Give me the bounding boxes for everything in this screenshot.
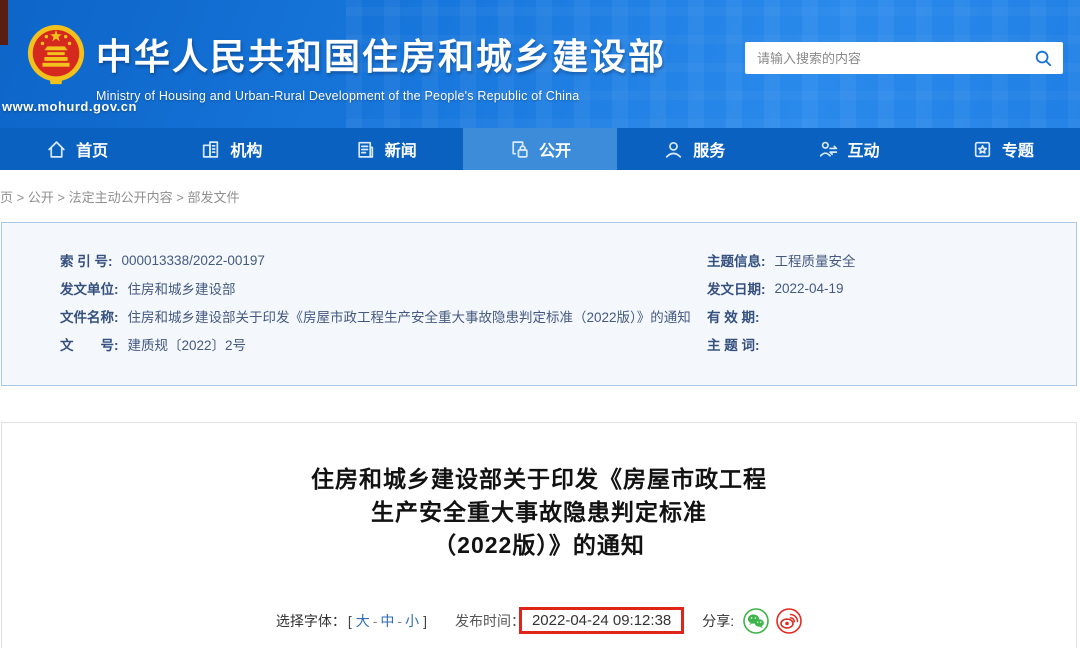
- meta-label: 索 引 号:: [60, 254, 113, 269]
- font-size-bracket-open: [: [347, 612, 352, 629]
- service-icon: [666, 141, 682, 158]
- meta-row-document-number: 文 号: 建质规〔2022〕2号: [60, 330, 707, 358]
- nav-item-topics[interactable]: 专题: [926, 128, 1080, 170]
- search-icon: [1035, 50, 1052, 67]
- site-title: 中华人民共和国住房和城乡建设部: [96, 36, 667, 77]
- meta-row-document-name: 文件名称: 住房和城乡建设部关于印发《房屋市政工程生产安全重大事故隐患判定标准（…: [60, 302, 707, 330]
- meta-label: 主题信息:: [707, 254, 766, 269]
- corner-artifact: [0, 0, 8, 45]
- home-icon: [48, 140, 65, 158]
- meta-label: 有 效 期:: [707, 310, 760, 325]
- nav-item-disclosure[interactable]: 公开: [462, 128, 618, 170]
- share-icons: [743, 607, 802, 634]
- nav-item-interaction[interactable]: 互动: [771, 128, 925, 170]
- article-title-line: （2022版）》的通知: [433, 532, 645, 558]
- article-title-line: 住房和城乡建设部关于印发《房屋市政工程: [311, 466, 767, 492]
- article-title-line: 生产安全重大事故隐患判定标准: [371, 499, 707, 525]
- font-size-large-button[interactable]: 大: [356, 611, 370, 631]
- meta-row-keywords: 主 题 词:: [707, 330, 1076, 358]
- nav-label: 互动: [847, 143, 880, 160]
- meta-value: 住房和城乡建设部: [127, 282, 236, 297]
- meta-label: 主 题 词:: [707, 338, 760, 353]
- document-metadata-panel: 索 引 号: 000013338/2022-00197 发文单位: 住房和城乡建…: [1, 222, 1077, 386]
- interaction-icon: [819, 141, 837, 157]
- metadata-right-column: 主题信息: 工程质量安全 发文日期: 2022-04-19 有 效 期: 主 题…: [707, 246, 1076, 385]
- national-emblem-icon: [27, 25, 85, 85]
- breadcrumb-row: 首页 > 公开 > 法定主动公开内容 > 部发文件: [0, 170, 1080, 222]
- article-panel: 住房和城乡建设部关于印发《房屋市政工程 生产安全重大事故隐患判定标准 （2022…: [1, 422, 1077, 648]
- share-label: 分享:: [702, 612, 735, 629]
- nav-label: 机构: [230, 143, 263, 160]
- font-size-medium-button[interactable]: 中: [380, 611, 394, 631]
- article-toolbar: 选择字体： [ 大 - 中 - 小 ] 发布时间： 2022-04-24 09:…: [56, 607, 1022, 648]
- meta-row-issuing-unit: 发文单位: 住房和城乡建设部: [60, 274, 707, 302]
- meta-label: 发文单位:: [60, 282, 119, 297]
- meta-value: 000013338/2022-00197: [121, 252, 265, 268]
- meta-value: 工程质量安全: [774, 254, 856, 269]
- organization-icon: [203, 140, 219, 158]
- topics-icon: [974, 141, 990, 157]
- search-input[interactable]: [745, 42, 1023, 74]
- meta-label: 发文日期:: [707, 282, 766, 297]
- wechat-share-icon[interactable]: [743, 607, 769, 634]
- meta-row-subject-info: 主题信息: 工程质量安全: [707, 246, 1076, 274]
- nav-label: 公开: [538, 143, 571, 160]
- metadata-left-column: 索 引 号: 000013338/2022-00197 发文单位: 住房和城乡建…: [2, 246, 707, 385]
- font-size-separator: -: [372, 612, 378, 629]
- nav-item-service[interactable]: 服务: [617, 128, 771, 170]
- meta-value: 建质规〔2022〕2号: [127, 338, 247, 353]
- nav-item-organization[interactable]: 机构: [154, 128, 308, 170]
- weibo-share-icon[interactable]: [776, 607, 802, 634]
- nav-item-news[interactable]: 新闻: [309, 128, 463, 170]
- nav-label: 服务: [693, 143, 726, 160]
- nav-label: 新闻: [384, 143, 417, 160]
- meta-value: 2022-04-19: [774, 280, 844, 296]
- meta-row-validity: 有 效 期:: [707, 302, 1076, 330]
- site-header: www.mohurd.gov.cn 中华人民共和国住房和城乡建设部 Minist…: [0, 0, 1080, 128]
- nav-label: 首页: [76, 143, 109, 160]
- site-subtitle-english: Ministry of Housing and Urban-Rural Deve…: [96, 89, 580, 103]
- search-button[interactable]: [1023, 42, 1063, 74]
- meta-value: 住房和城乡建设部关于印发《房屋市政工程生产安全重大事故隐患判定标准（2022版）…: [127, 310, 691, 325]
- font-size-small-button[interactable]: 小: [405, 611, 419, 631]
- meta-label: 文 号:: [60, 338, 119, 353]
- font-size-label: 选择字体：: [275, 612, 346, 629]
- search-box[interactable]: [745, 42, 1063, 74]
- meta-label: 文件名称:: [60, 310, 119, 325]
- news-icon: [358, 141, 373, 158]
- meta-row-issue-date: 发文日期: 2022-04-19: [707, 274, 1076, 302]
- nav-item-home[interactable]: 首页: [0, 128, 154, 170]
- article-title: 住房和城乡建设部关于印发《房屋市政工程 生产安全重大事故隐患判定标准 （2022…: [56, 463, 1022, 562]
- meta-row-index-number: 索 引 号: 000013338/2022-00197: [60, 246, 707, 274]
- publish-time-label: 发布时间：: [454, 612, 525, 629]
- main-navigation: 首页 机构 新闻 公开 服务 互动 专题: [0, 128, 1080, 170]
- nav-label: 专题: [1001, 143, 1034, 160]
- breadcrumb[interactable]: 首页 > 公开 > 法定主动公开内容 > 部发文件: [0, 187, 239, 206]
- font-size-separator: -: [397, 612, 403, 629]
- disclosure-icon: [512, 140, 528, 158]
- font-size-bracket-close: ]: [423, 612, 427, 629]
- publish-time-value-highlighted: 2022-04-24 09:12:38: [518, 607, 685, 634]
